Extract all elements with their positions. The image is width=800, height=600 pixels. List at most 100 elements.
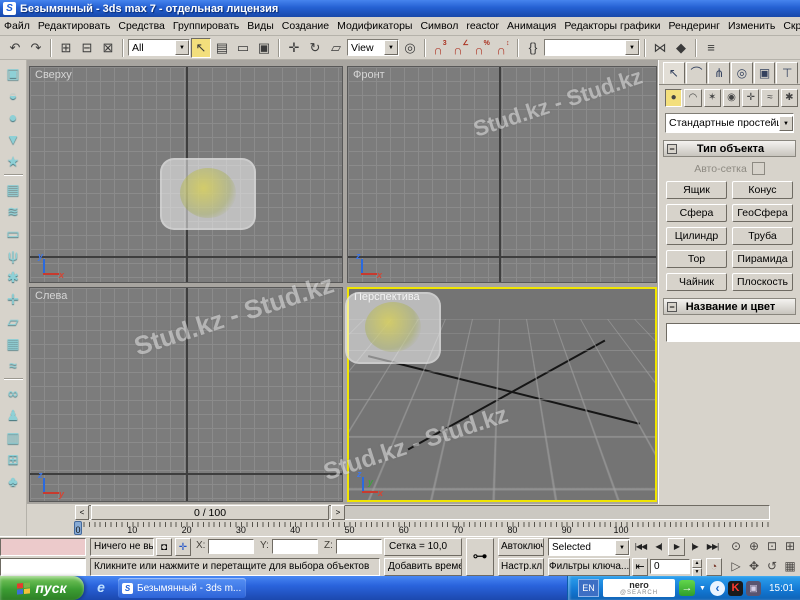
- next-frame-button[interactable]: |▶: [686, 538, 703, 556]
- reference-coordinate-dropdown[interactable]: View▼: [347, 39, 399, 56]
- align-icon[interactable]: ◆: [671, 38, 691, 58]
- tray-app-icon[interactable]: ▣: [746, 581, 761, 596]
- use-pivot-center-icon[interactable]: ◎: [400, 38, 420, 58]
- tab-motion[interactable]: ◎: [731, 62, 753, 84]
- tab-display[interactable]: ▣: [754, 62, 776, 84]
- menu-item[interactable]: Скрипт MAX: [779, 20, 800, 32]
- time-configuration-icon[interactable]: ◔: [706, 558, 722, 576]
- menu-item[interactable]: Анимация: [503, 20, 560, 32]
- zoom-icon[interactable]: ⊙: [728, 538, 744, 554]
- min-max-toggle-icon[interactable]: ▦: [782, 558, 798, 574]
- capsule-icon[interactable]: ▭: [2, 222, 25, 244]
- dropdown-arrow-icon[interactable]: ▼: [384, 40, 398, 55]
- category-lights[interactable]: ✶: [704, 89, 721, 107]
- nero-search-box[interactable]: nero @SEARCH: [603, 579, 675, 597]
- linked-boxes-icon[interactable]: ⊞: [2, 448, 25, 470]
- layer-manager-icon[interactable]: ≡: [701, 38, 721, 58]
- angle-snap-icon[interactable]: ∩∠: [451, 38, 471, 58]
- tab-modify[interactable]: ⌒: [686, 62, 708, 84]
- name-color-rollout-header[interactable]: − Название и цвет: [663, 298, 796, 315]
- spinning-top-icon[interactable]: ▼: [2, 128, 25, 150]
- tab-hierarchy[interactable]: ⋔: [708, 62, 730, 84]
- spinner-snap-icon[interactable]: ∩↕: [493, 38, 513, 58]
- object-type-button[interactable]: Пирамида: [732, 250, 793, 268]
- branch-icon[interactable]: ψ: [2, 244, 25, 266]
- gear-icon[interactable]: ✱: [2, 266, 25, 288]
- autogrid-checkbox[interactable]: [752, 162, 765, 175]
- object-type-button[interactable]: Ящик: [666, 181, 727, 199]
- object-type-rollout-header[interactable]: − Тип объекта: [663, 140, 796, 157]
- x-coordinate-field[interactable]: [208, 539, 254, 554]
- viewport-top[interactable]: Сверху y x: [29, 66, 343, 283]
- menu-item[interactable]: Редактировать: [34, 20, 115, 32]
- object-type-button[interactable]: Конус: [732, 181, 793, 199]
- collapse-icon[interactable]: −: [667, 302, 677, 312]
- taskbar-task-button[interactable]: S Безымянный - 3ds m...: [118, 578, 246, 598]
- menu-item[interactable]: Виды: [243, 20, 278, 32]
- car-icon[interactable]: ▱: [2, 310, 25, 332]
- category-cameras[interactable]: ◉: [723, 89, 740, 107]
- set-key-button[interactable]: ⊶: [466, 538, 494, 576]
- collapse-icon[interactable]: −: [667, 144, 677, 154]
- absolute-offset-toggle-icon[interactable]: ✛: [175, 538, 191, 556]
- hide-inactive-icons-button[interactable]: ‹: [710, 581, 725, 596]
- time-slider-next-arrow[interactable]: >: [331, 505, 345, 520]
- selection-filter-dropdown[interactable]: All▼: [128, 39, 190, 56]
- current-frame-field[interactable]: [650, 559, 690, 574]
- menu-item[interactable]: Символ: [416, 20, 462, 32]
- search-go-button[interactable]: →: [679, 580, 695, 596]
- key-mode-toggle-icon[interactable]: ⇤: [632, 558, 648, 576]
- undo-icon[interactable]: ↶: [5, 38, 25, 58]
- torus-knot-icon[interactable]: ∞: [2, 382, 25, 404]
- spring-icon[interactable]: ≋: [2, 200, 25, 222]
- start-button[interactable]: пуск: [0, 576, 84, 600]
- menu-item[interactable]: Создание: [278, 20, 333, 32]
- menu-item[interactable]: Редакторы графики: [560, 20, 664, 32]
- object-type-button[interactable]: Труба: [732, 227, 793, 245]
- time-slider-prev-arrow[interactable]: <: [75, 505, 89, 520]
- go-to-start-button[interactable]: |◀◀: [632, 538, 649, 556]
- bind-to-space-warp-icon[interactable]: ⊠: [98, 38, 118, 58]
- internet-explorer-icon[interactable]: e: [92, 579, 110, 597]
- set-key-settings-button[interactable]: Настр.кл: [498, 558, 544, 576]
- frame-spinner[interactable]: ▲ ▼: [692, 559, 702, 574]
- category-systems[interactable]: ✱: [781, 89, 798, 107]
- viewport-front[interactable]: Фронт z x: [347, 66, 657, 283]
- zoom-extents-icon[interactable]: ⊡: [764, 538, 780, 554]
- maxscript-mini-listener-pink[interactable]: [0, 538, 86, 556]
- dropdown-arrow-icon[interactable]: ▼: [625, 40, 639, 55]
- menu-item[interactable]: Изменить: [724, 20, 779, 32]
- dropdown-arrow-icon[interactable]: ▼: [779, 116, 793, 131]
- object-name-input[interactable]: [666, 323, 800, 342]
- menu-item[interactable]: reactor: [462, 20, 503, 32]
- time-slider-button[interactable]: 0 / 100: [91, 505, 329, 520]
- select-and-move-icon[interactable]: ✛: [284, 38, 304, 58]
- menu-item[interactable]: Группировать: [169, 20, 243, 32]
- object-type-button[interactable]: Цилиндр: [666, 227, 727, 245]
- antivirus-icon[interactable]: K: [728, 581, 743, 596]
- biped-icon[interactable]: ♟: [2, 404, 25, 426]
- category-space-warps[interactable]: ≈: [761, 89, 778, 107]
- play-button[interactable]: ▶: [668, 538, 685, 556]
- weathervane-icon[interactable]: ✛: [2, 288, 25, 310]
- menu-item[interactable]: Файл: [0, 20, 34, 32]
- selection-region-icon[interactable]: ▭: [233, 38, 253, 58]
- object-type-button[interactable]: Плоскость: [732, 273, 793, 291]
- primitive-category-dropdown[interactable]: Стандартные простейш ▼: [665, 113, 794, 133]
- add-time-tag-button[interactable]: Добавить времени: [384, 558, 462, 576]
- tree-icon[interactable]: ♣: [2, 470, 25, 492]
- star-icon[interactable]: ★: [2, 150, 25, 172]
- field-of-view-icon[interactable]: ▷: [728, 558, 744, 574]
- pan-icon[interactable]: ✥: [746, 558, 762, 574]
- stairs-icon[interactable]: ▦: [2, 332, 25, 354]
- zoom-extents-all-icon[interactable]: ⊞: [782, 538, 798, 554]
- zoom-all-icon[interactable]: ⊕: [746, 538, 762, 554]
- dropdown-arrow-icon[interactable]: ▼: [615, 540, 629, 555]
- object-type-button[interactable]: Чайник: [666, 273, 727, 291]
- wall-icon[interactable]: ▥: [2, 426, 25, 448]
- object-type-button[interactable]: Тор: [666, 250, 727, 268]
- category-geometry[interactable]: ●: [665, 89, 682, 107]
- previous-frame-button[interactable]: ◀|: [650, 538, 667, 556]
- category-helpers[interactable]: ✛: [742, 89, 759, 107]
- redo-icon[interactable]: ↷: [26, 38, 46, 58]
